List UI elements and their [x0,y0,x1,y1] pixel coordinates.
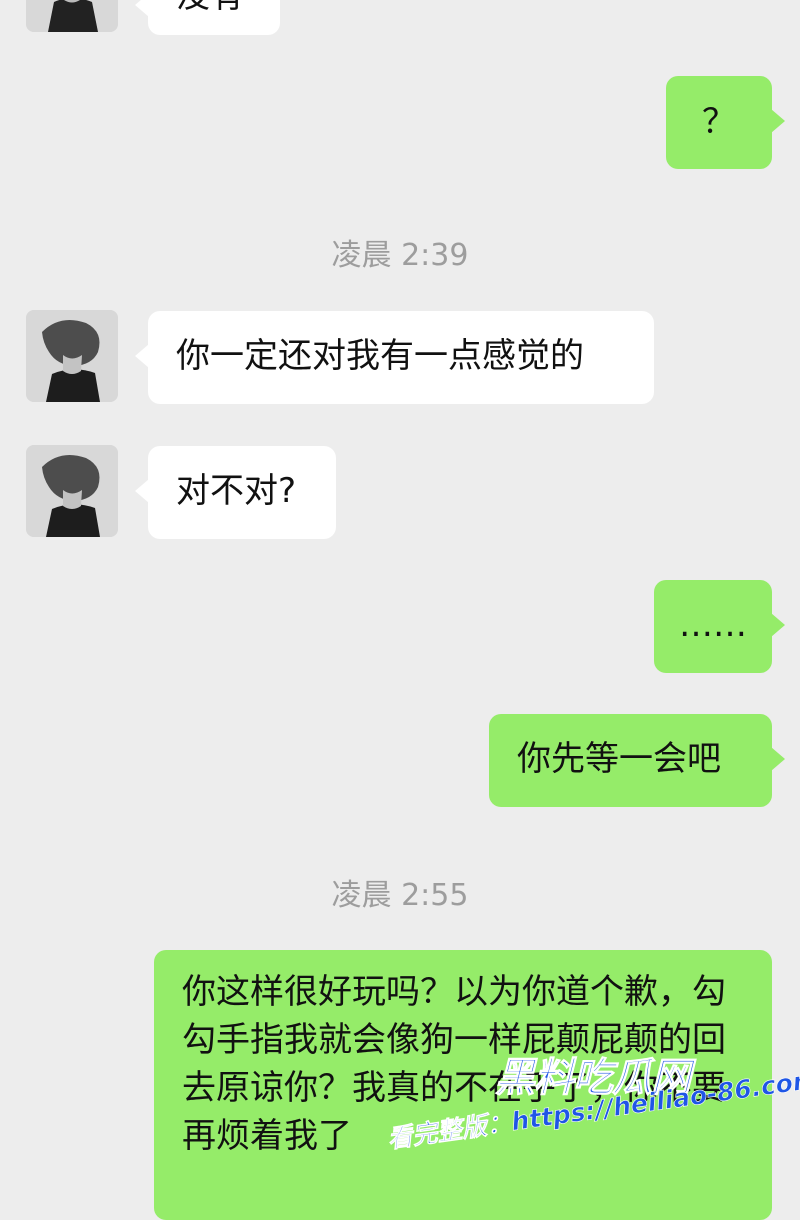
incoming-message-text: 你一定还对我有一点感觉的 [176,336,584,376]
contact-avatar-icon[interactable] [26,0,118,32]
incoming-message-bubble[interactable]: 你一定还对我有一点感觉的 [135,311,654,404]
timestamp: 凌晨 2:39 [331,238,469,273]
outgoing-message-text: 你先等一会吧 [517,739,721,779]
incoming-message-bubble[interactable]: 没有 [135,0,280,35]
contact-avatar-icon[interactable] [26,445,118,537]
outgoing-message-bubble[interactable]: 你先等一会吧 [489,714,785,807]
watermark: 黑料吃瓜网 看完整版：https://heiliao-86.com [385,1045,800,1185]
outgoing-message-bubble[interactable]: ？ [666,76,785,169]
timestamp: 凌晨 2:55 [331,878,469,913]
outgoing-message-bubble[interactable]: …… [654,580,785,673]
outgoing-message-text: ？ [702,102,736,142]
incoming-message-text: 没有 [176,0,244,16]
outgoing-message-text: …… [679,605,747,645]
incoming-message-text: 对不对? [176,471,297,511]
contact-avatar-icon[interactable] [26,310,118,402]
incoming-message-bubble[interactable]: 对不对? [135,446,336,539]
